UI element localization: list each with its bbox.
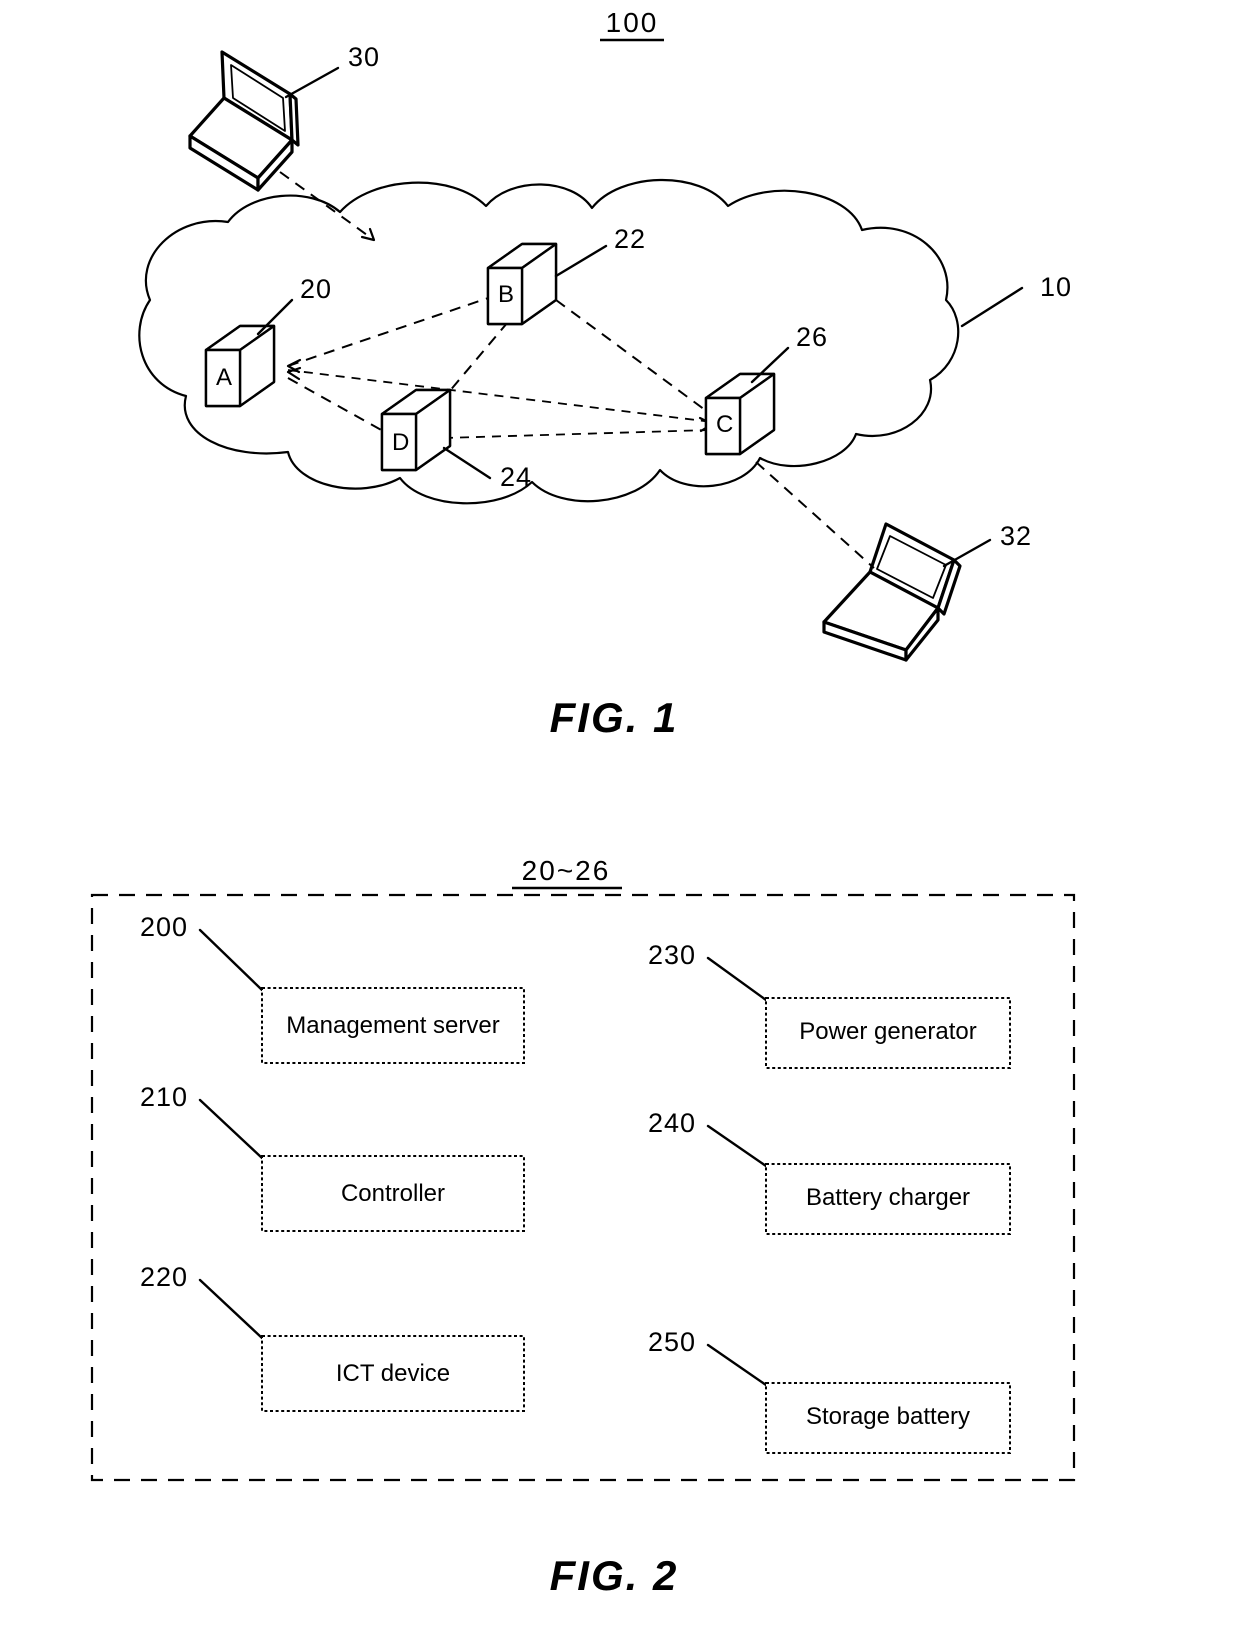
- server-c-letter: C: [716, 411, 733, 438]
- laptop-bottom-right: 32: [822, 521, 1032, 662]
- server-d: D 24: [380, 388, 532, 492]
- ref-26-label: 26: [796, 322, 828, 352]
- fig1-title-ref: 100: [606, 7, 659, 38]
- battery-charger-label: Battery charger: [806, 1184, 970, 1211]
- fig2-header-ref: 20~26: [522, 855, 611, 886]
- patent-figure-canvas: 100 10 A 20 B 22 D 24 C 26 30 32 FIG. 1 …: [90, 7, 1076, 1599]
- server-c: C 26: [704, 322, 828, 456]
- ref-240-label: 240: [648, 1108, 696, 1138]
- server-a-letter: A: [216, 364, 232, 391]
- ref-230-label: 230: [648, 940, 696, 970]
- ref-10-label: 10: [1040, 272, 1072, 302]
- link-laptop30-arrow: [360, 227, 376, 242]
- figure-1-group: 100 10 A 20 B 22 D 24 C 26 30 32 FIG. 1: [138, 7, 1072, 741]
- battery-charger-box: 240 Battery charger: [648, 1108, 1011, 1235]
- link-serverc-laptop32: [755, 461, 875, 569]
- controller-label: Controller: [341, 1180, 445, 1207]
- power-generator-box: 230 Power generator: [648, 940, 1011, 1069]
- ref-220-label: 220: [140, 1262, 188, 1292]
- storage-battery-label: Storage battery: [806, 1403, 970, 1430]
- ref-22-label: 22: [614, 224, 646, 254]
- management-server-label: Management server: [286, 1012, 499, 1039]
- ref-20-label: 20: [300, 274, 332, 304]
- ref-250-label: 250: [648, 1327, 696, 1357]
- power-generator-label: Power generator: [799, 1018, 976, 1045]
- ref-32-label: 32: [1000, 521, 1032, 551]
- drawing-sheet: 100 10 A 20 B 22 D 24 C 26 30 32 FIG. 1 …: [0, 0, 1240, 1646]
- ref-24-label: 24: [500, 462, 532, 492]
- figure-2-group: 20~26 200 Management server 210 Controll…: [90, 855, 1076, 1599]
- server-d-letter: D: [392, 429, 409, 456]
- laptop-top-left: 30: [188, 42, 380, 192]
- controller-box: 210 Controller: [140, 1082, 525, 1232]
- ref-30-label: 30: [348, 42, 380, 72]
- fig2-caption: FIG. 2: [550, 1552, 679, 1599]
- ict-device-box: 220 ICT device: [140, 1262, 525, 1412]
- ict-device-label: ICT device: [336, 1360, 450, 1387]
- fig1-caption: FIG. 1: [550, 694, 679, 741]
- management-server-box: 200 Management server: [140, 912, 525, 1064]
- link-laptop30-cloud: [279, 171, 375, 241]
- ref-210-label: 210: [140, 1082, 188, 1112]
- storage-battery-box: 250 Storage battery: [648, 1327, 1011, 1454]
- ref-200-label: 200: [140, 912, 188, 942]
- ref-10-leader: [960, 286, 1024, 328]
- server-b-letter: B: [498, 281, 514, 308]
- server-a: A 20: [204, 274, 332, 408]
- server-b: B 22: [486, 224, 646, 326]
